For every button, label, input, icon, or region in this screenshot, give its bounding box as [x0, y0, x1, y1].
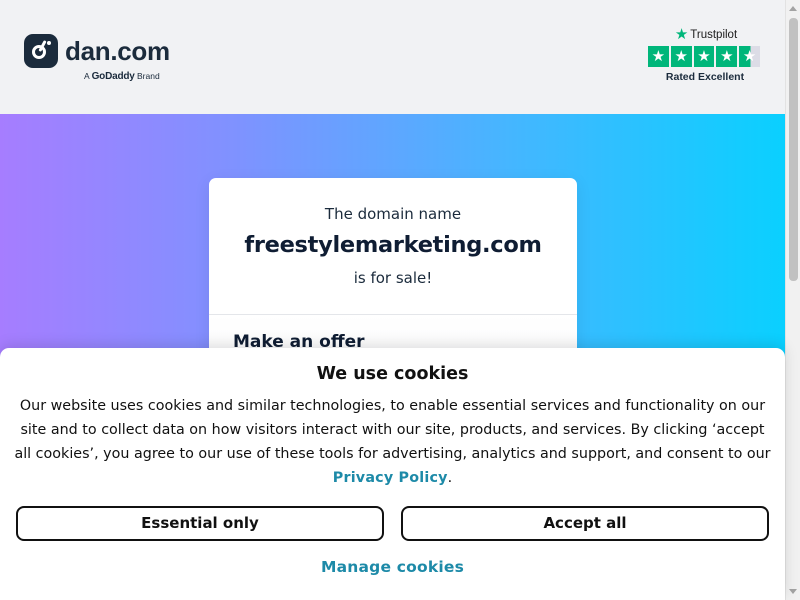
scroll-up-icon[interactable]	[789, 6, 797, 11]
star-icon: ★	[693, 46, 715, 67]
site-header: dan.com A GoDaddy Brand ★ Trustpilot ★ ★…	[0, 0, 785, 114]
cookie-description: Our website uses cookies and similar tec…	[14, 398, 771, 486]
manage-cookies-link[interactable]: Manage cookies	[0, 558, 785, 576]
domain-intro-text: The domain name	[324, 205, 462, 223]
cookie-consent-panel: We use cookies Our website uses cookies …	[0, 348, 785, 600]
scroll-down-icon[interactable]	[789, 589, 797, 594]
star-icon: ★	[648, 46, 669, 67]
trustpilot-name: Trustpilot	[690, 28, 738, 41]
logo-text: dan.com	[65, 35, 170, 66]
trustpilot-rating-stars: ★ ★ ★ ★ ★	[648, 46, 762, 67]
star-icon: ★	[670, 46, 692, 67]
dan-logo[interactable]: dan.com	[24, 34, 170, 68]
domain-name: freestylemarketing.com	[244, 232, 542, 258]
godaddy-brand-label: A GoDaddy Brand	[84, 71, 160, 82]
trustpilot-widget[interactable]: ★ Trustpilot ★ ★ ★ ★ ★ Rated Excellent	[648, 27, 762, 83]
for-sale-text: is for sale!	[353, 269, 433, 287]
star-icon: ★	[716, 46, 738, 67]
accept-all-button[interactable]: Accept all	[401, 506, 769, 541]
trustpilot-star-icon: ★	[674, 26, 689, 43]
dan-logo-icon	[24, 34, 58, 68]
essential-only-button[interactable]: Essential only	[16, 506, 384, 541]
trustpilot-rating-text: Rated Excellent	[665, 71, 745, 83]
privacy-policy-link[interactable]: Privacy Policy	[333, 470, 448, 486]
scrollbar-thumb[interactable]	[789, 18, 798, 281]
page-scrollbar[interactable]	[785, 0, 800, 600]
cookie-title: We use cookies	[316, 364, 469, 384]
half-star-icon: ★	[739, 46, 760, 67]
